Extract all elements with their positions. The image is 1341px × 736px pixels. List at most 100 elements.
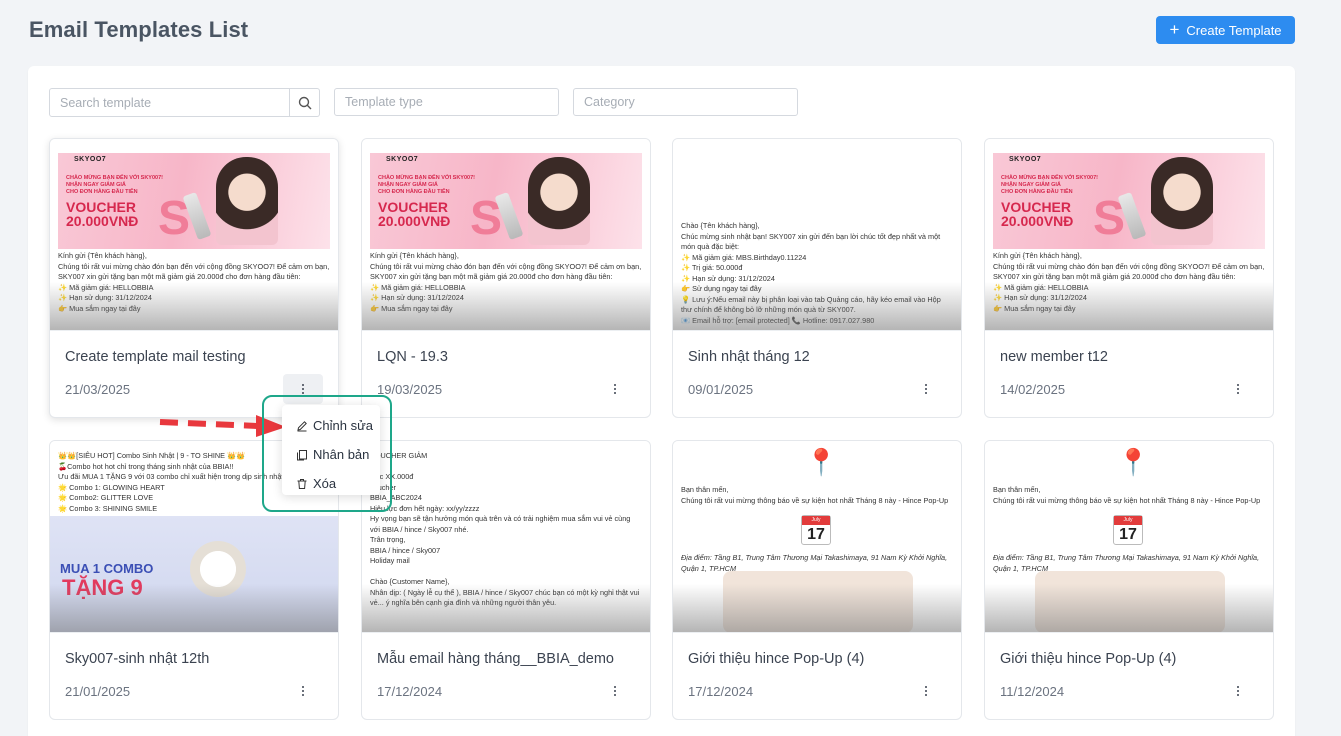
template-card[interactable]: VOUCHER GIẢM ước XX.000đ voucher BBIA_AB… bbox=[361, 440, 651, 720]
template-type-select[interactable]: Template type bbox=[334, 88, 559, 116]
template-date: 11/12/2024 bbox=[1000, 684, 1065, 699]
model-image bbox=[528, 157, 590, 245]
voucher-amount: VOUCHER 20.000VNĐ bbox=[378, 199, 451, 229]
template-card[interactable]: Chào {Tên khách hàng}, Chúc mừng sinh nh… bbox=[672, 138, 962, 418]
template-date: 21/01/2025 bbox=[65, 684, 131, 699]
calendar-month: July bbox=[1114, 516, 1142, 525]
search-group bbox=[49, 88, 320, 117]
more-options-button[interactable] bbox=[906, 676, 946, 706]
model-image bbox=[1151, 157, 1213, 245]
voucher-subtitle: CHÀO MỪNG BẠN ĐẾN VỚI SKY007! NHẬN NGAY … bbox=[1001, 175, 1098, 195]
template-date: 19/03/2025 bbox=[377, 382, 443, 397]
more-options-button[interactable] bbox=[283, 676, 323, 706]
create-template-label: Create Template bbox=[1186, 22, 1282, 38]
pencil-icon bbox=[297, 420, 307, 431]
template-name: new member t12 bbox=[1000, 349, 1108, 365]
brand-logo: SKYOO7 bbox=[386, 156, 419, 163]
more-vertical-icon bbox=[614, 686, 616, 696]
more-vertical-icon bbox=[614, 384, 616, 394]
create-template-button[interactable]: + Create Template bbox=[1156, 16, 1295, 44]
template-preview-text: Bạn thân mến, Chúng tôi rất vui mừng thô… bbox=[993, 485, 1261, 505]
voucher-banner: SKYOO7 CHÀO MỪNG BẠN ĐẾN VỚI SKY007! NHẬ… bbox=[370, 153, 642, 249]
template-name: Giới thiệu hince Pop-Up (4) bbox=[1000, 651, 1177, 667]
plus-icon: + bbox=[1169, 19, 1180, 39]
more-options-button[interactable] bbox=[1218, 374, 1258, 404]
more-options-button[interactable] bbox=[906, 374, 946, 404]
promo-combo-text: MUA 1 COMBO bbox=[60, 561, 154, 576]
card-actions-menu: Chỉnh sửa Nhân bản Xóa bbox=[282, 405, 380, 495]
template-preview-text: Kính gửi {Tên khách hàng}, Chúng tôi rất… bbox=[58, 251, 330, 313]
calendar-day: 17 bbox=[1119, 526, 1137, 543]
template-card[interactable]: SKYOO7 CHÀO MỪNG BẠN ĐẾN VỚI SKY007! NHẬ… bbox=[361, 138, 651, 418]
template-thumbnail[interactable]: SKYOO7 CHÀO MỪNG BẠN ĐẾN VỚI SKY007! NHẬ… bbox=[50, 139, 338, 331]
template-card[interactable]: SKYOO7 CHÀO MỪNG BẠN ĐẾN VỚI SKY007! NHẬ… bbox=[49, 138, 339, 418]
menu-item-delete-label: Xóa bbox=[313, 476, 337, 491]
page-title: Email Templates List bbox=[29, 17, 249, 42]
menu-item-delete[interactable]: Xóa bbox=[282, 469, 380, 498]
template-thumbnail[interactable]: SKYOO7 CHÀO MỪNG BẠN ĐẾN VỚI SKY007! NHẬ… bbox=[362, 139, 650, 331]
template-thumbnail[interactable]: Chào {Tên khách hàng}, Chúc mừng sinh nh… bbox=[673, 139, 961, 331]
template-card[interactable]: 📍 Bạn thân mến, Chúng tôi rất vui mừng t… bbox=[984, 440, 1274, 720]
more-options-button[interactable] bbox=[283, 374, 323, 404]
template-card[interactable]: SKYOO7 CHÀO MỪNG BẠN ĐẾN VỚI SKY007! NHẬ… bbox=[984, 138, 1274, 418]
template-date: 14/02/2025 bbox=[1000, 382, 1066, 397]
location-pin-icon: 📍 bbox=[1117, 447, 1150, 477]
template-name: Sinh nhật tháng 12 bbox=[688, 349, 810, 365]
menu-item-duplicate-label: Nhân bản bbox=[313, 447, 370, 462]
voucher-banner: SKYOO7 CHÀO MỪNG BẠN ĐẾN VỚI SKY007! NHẬ… bbox=[58, 153, 330, 249]
brand-logo: SKYOO7 bbox=[1009, 156, 1042, 163]
more-options-button[interactable] bbox=[595, 676, 635, 706]
voucher-banner: SKYOO7 CHÀO MỪNG BẠN ĐẾN VỚI SKY007! NHẬ… bbox=[993, 153, 1265, 249]
template-thumbnail[interactable]: VOUCHER GIẢM ước XX.000đ voucher BBIA_AB… bbox=[362, 441, 650, 633]
template-preview-text: Chào {Tên khách hàng}, Chúc mừng sinh nh… bbox=[681, 221, 941, 325]
calendar-day: 17 bbox=[807, 526, 825, 543]
menu-item-edit[interactable]: Chỉnh sửa bbox=[282, 411, 380, 440]
trash-icon bbox=[297, 478, 307, 489]
template-name: Mẫu email hàng tháng__BBIA_demo bbox=[377, 651, 614, 667]
template-name: Create template mail testing bbox=[65, 349, 246, 365]
search-button[interactable] bbox=[290, 88, 320, 117]
calendar-month: July bbox=[802, 516, 830, 525]
more-options-button[interactable] bbox=[1218, 676, 1258, 706]
event-image bbox=[1035, 571, 1225, 632]
menu-item-duplicate[interactable]: Nhân bản bbox=[282, 440, 380, 469]
event-image bbox=[723, 571, 913, 632]
template-name: Giới thiệu hince Pop-Up (4) bbox=[688, 651, 865, 667]
more-vertical-icon bbox=[302, 686, 304, 696]
brand-logo: SKYOO7 bbox=[74, 156, 107, 163]
template-name: LQN - 19.3 bbox=[377, 349, 448, 365]
template-date: 09/01/2025 bbox=[688, 382, 754, 397]
voucher-amount: VOUCHER 20.000VNĐ bbox=[66, 199, 139, 229]
search-input[interactable] bbox=[49, 88, 291, 117]
template-thumbnail[interactable]: 📍 Bạn thân mến, Chúng tôi rất vui mừng t… bbox=[673, 441, 961, 633]
template-card[interactable]: 📍 Bạn thân mến, Chúng tôi rất vui mừng t… bbox=[672, 440, 962, 720]
category-select[interactable]: Category bbox=[573, 88, 798, 116]
more-options-button[interactable] bbox=[595, 374, 635, 404]
template-thumbnail[interactable]: 📍 Bạn thân mến, Chúng tôi rất vui mừng t… bbox=[985, 441, 1273, 633]
copy-icon bbox=[297, 449, 307, 460]
product-image bbox=[190, 541, 246, 597]
promo-gift-text: TẶNG 9 bbox=[62, 575, 143, 600]
more-vertical-icon bbox=[1237, 686, 1239, 696]
template-preview-text: Bạn thân mến, Chúng tôi rất vui mừng thô… bbox=[681, 485, 949, 505]
calendar-icon: July 17 bbox=[801, 515, 831, 545]
more-vertical-icon bbox=[925, 686, 927, 696]
voucher-subtitle: CHÀO MỪNG BẠN ĐẾN VỚI SKY007! NHẬN NGAY … bbox=[378, 175, 475, 195]
template-preview-text: VOUCHER GIẢM ước XX.000đ voucher BBIA_AB… bbox=[370, 451, 640, 607]
location-pin-icon: 📍 bbox=[805, 447, 838, 477]
more-vertical-icon bbox=[302, 384, 304, 394]
more-vertical-icon bbox=[925, 384, 927, 394]
calendar-icon: July 17 bbox=[1113, 515, 1143, 545]
template-preview-text: Kính gửi {Tên khách hàng}, Chúng tôi rất… bbox=[370, 251, 642, 313]
model-image bbox=[216, 157, 278, 245]
template-date: 17/12/2024 bbox=[377, 684, 443, 699]
menu-item-edit-label: Chỉnh sửa bbox=[313, 418, 374, 433]
template-date: 21/03/2025 bbox=[65, 382, 131, 397]
template-name: Sky007-sinh nhật 12th bbox=[65, 651, 210, 667]
voucher-subtitle: CHÀO MỪNG BẠN ĐẾN VỚI SKY007! NHẬN NGAY … bbox=[66, 175, 163, 195]
voucher-amount: VOUCHER 20.000VNĐ bbox=[1001, 199, 1074, 229]
template-date: 17/12/2024 bbox=[688, 684, 754, 699]
search-icon bbox=[298, 96, 312, 109]
template-thumbnail[interactable]: SKYOO7 CHÀO MỪNG BẠN ĐẾN VỚI SKY007! NHẬ… bbox=[985, 139, 1273, 331]
template-preview-text: Kính gửi {Tên khách hàng}, Chúng tôi rất… bbox=[993, 251, 1265, 313]
